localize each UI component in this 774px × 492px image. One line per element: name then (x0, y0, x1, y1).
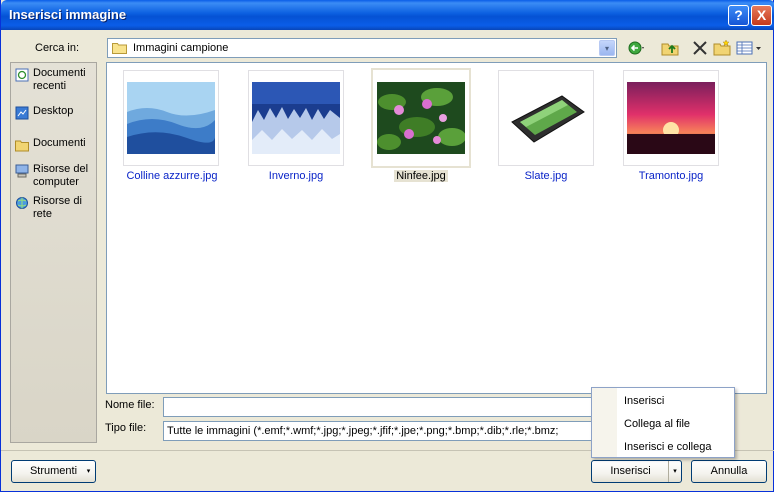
blue-hills-image (127, 82, 215, 154)
insert-image-dialog: Inserisci immagine ? X Cerca in: Immagin… (0, 0, 774, 492)
thumbnail-inverno[interactable] (248, 70, 344, 166)
thumbnail-tramonto[interactable] (623, 70, 719, 166)
cancel-button[interactable]: Annulla (691, 460, 767, 483)
menu-item-insert[interactable]: Inserisci (624, 395, 664, 407)
insert-label: Inserisci (610, 465, 651, 477)
place-label: Documenti (33, 137, 86, 149)
file-name[interactable]: Slate.jpg (481, 170, 611, 182)
file-name[interactable]: Inverno.jpg (231, 170, 361, 182)
thumbnail-ninfee[interactable] (371, 68, 471, 168)
tablet-image (502, 82, 590, 154)
desktop-icon (15, 106, 29, 120)
place-network[interactable]: Risorse di rete (11, 195, 97, 229)
place-label: Risorse del computer (33, 163, 89, 188)
window-title: Inserisci immagine (9, 7, 127, 22)
title-bar: Inserisci immagine ? X (1, 0, 774, 30)
water-lilies-image (377, 82, 465, 154)
up-folder-icon[interactable] (661, 39, 679, 57)
folder-icon (112, 43, 127, 54)
file-name-selected[interactable]: Ninfee.jpg (356, 170, 486, 182)
recent-docs-icon (15, 68, 29, 82)
chevron-down-icon: ▾ (86, 468, 91, 475)
place-my-computer[interactable]: Risorse del computer (11, 163, 97, 197)
place-label: Documenti recenti (33, 67, 86, 92)
file-name-label: Nome file: (105, 399, 155, 411)
chevron-down-icon[interactable]: ▾ (668, 461, 681, 482)
views-icon[interactable] (736, 39, 764, 57)
place-recent-documents[interactable]: Documenti recenti (11, 67, 97, 101)
file-name[interactable]: Tramonto.jpg (606, 170, 736, 182)
back-icon[interactable] (627, 39, 645, 57)
thumbnail-slate[interactable] (498, 70, 594, 166)
insert-split-button[interactable]: Inserisci ▾ (591, 460, 682, 483)
file-list[interactable]: Colline azzurre.jpg Inverno.jpg Ninfee.j… (106, 62, 767, 394)
my-computer-icon (15, 164, 29, 178)
new-folder-icon[interactable] (713, 39, 731, 57)
tools-button[interactable]: Strumenti ▾ (11, 460, 96, 483)
file-type-select[interactable]: Tutte le immagini (*.emf;*.wmf;*.jpg;*.j… (163, 421, 593, 441)
look-in-label: Cerca in: (35, 42, 80, 54)
winter-image (252, 82, 340, 154)
menu-item-insert-and-link[interactable]: Inserisci e collega (624, 441, 711, 453)
menu-item-link-to-file[interactable]: Collega al file (624, 418, 690, 430)
documents-icon (15, 140, 29, 152)
look-in-select[interactable]: Immagini campione ▾ (107, 38, 617, 58)
sunset-image (627, 82, 715, 154)
close-button[interactable]: X (751, 5, 772, 26)
place-desktop[interactable]: Desktop (11, 105, 97, 139)
place-label: Risorse di rete (33, 195, 82, 220)
file-type-label: Tipo file: (105, 422, 147, 434)
place-label: Desktop (33, 105, 74, 117)
chevron-down-icon[interactable]: ▾ (599, 40, 615, 56)
file-name-field[interactable] (163, 397, 593, 417)
places-bar: Documenti recenti Desktop Documenti Riso… (10, 62, 97, 443)
delete-icon[interactable] (691, 39, 709, 57)
menu-gutter (592, 388, 617, 457)
insert-options-menu: Inserisci Collega al file Inserisci e co… (591, 387, 735, 458)
thumbnail-colline-azzurre[interactable] (123, 70, 219, 166)
help-button[interactable]: ? (728, 5, 749, 26)
file-name[interactable]: Colline azzurre.jpg (107, 170, 237, 182)
tools-label: Strumenti (29, 465, 78, 477)
network-icon (16, 197, 28, 209)
look-in-value: Immagini campione (133, 42, 229, 54)
